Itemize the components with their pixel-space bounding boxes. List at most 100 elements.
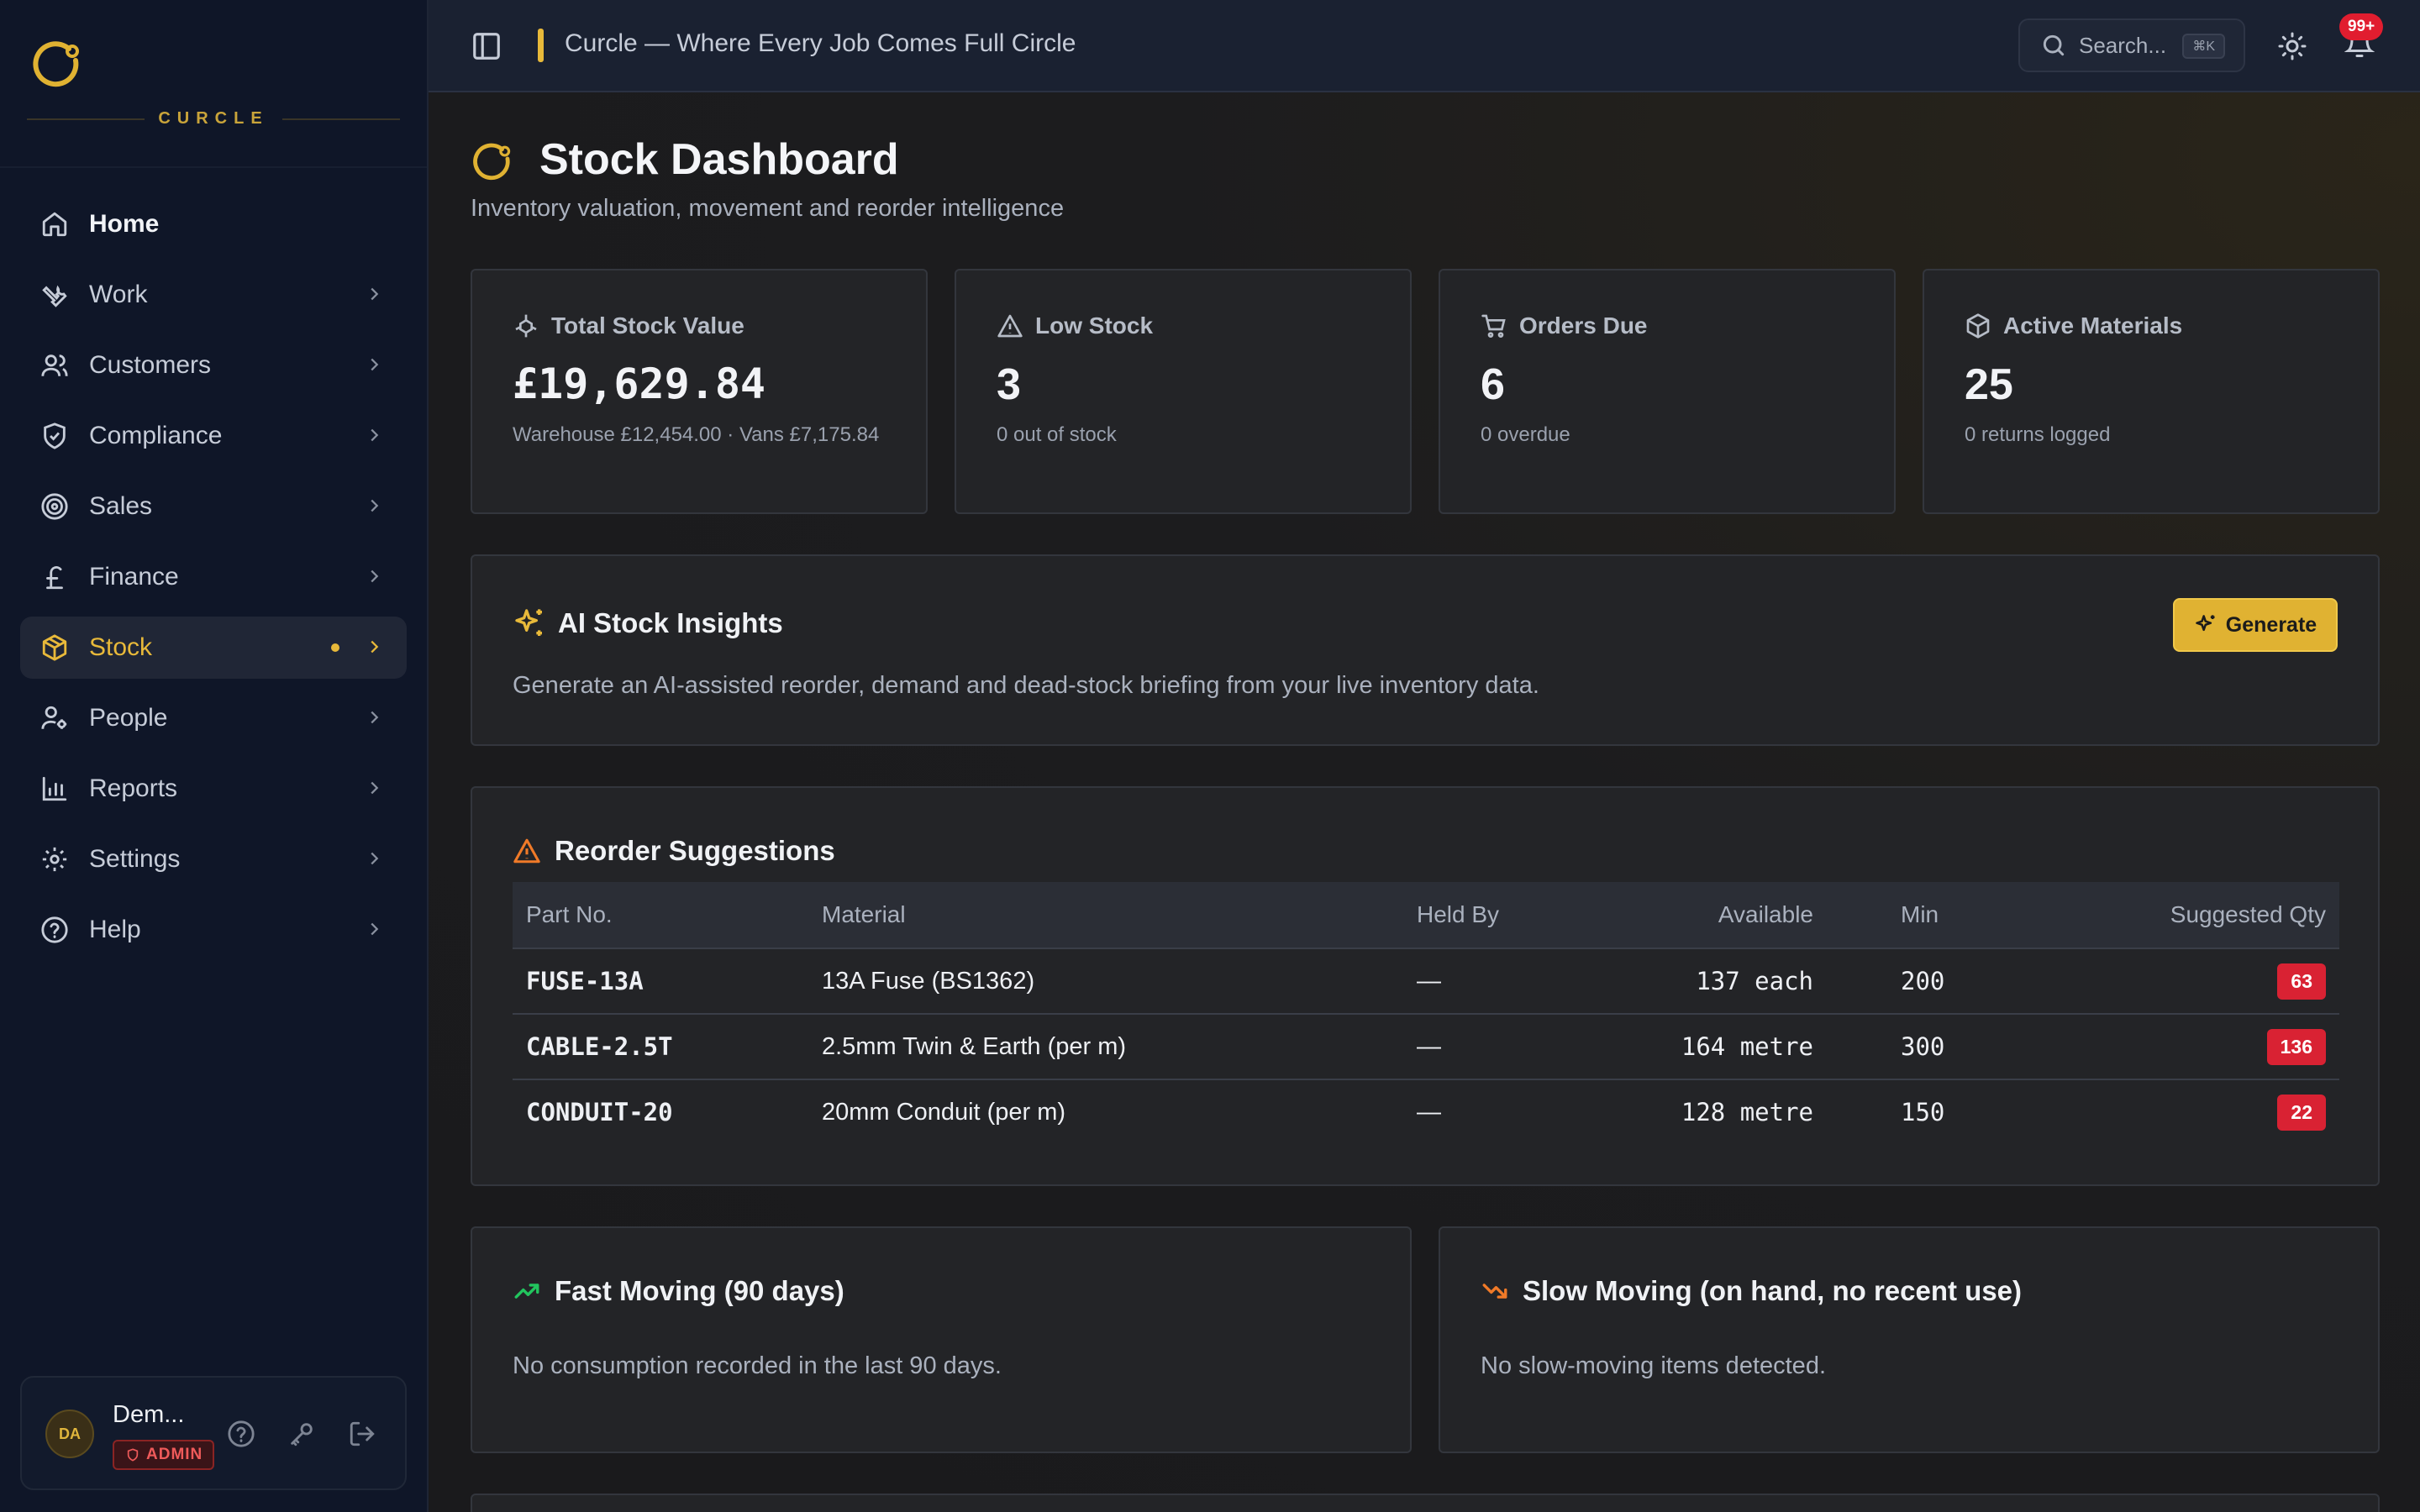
column-header[interactable]: Part No. bbox=[513, 882, 808, 949]
column-header[interactable]: Material bbox=[808, 882, 1403, 949]
notification-count-badge[interactable]: 99+ bbox=[2339, 13, 2384, 40]
package-icon bbox=[39, 632, 71, 664]
chevron-right-icon bbox=[371, 358, 379, 371]
help-circle-icon[interactable] bbox=[227, 1420, 255, 1448]
column-header[interactable]: Held By bbox=[1403, 882, 1632, 949]
sidebar-item-label: Stock bbox=[89, 633, 153, 661]
stat-card-orders-due: Orders Due 6 0 overdue bbox=[1439, 269, 1896, 514]
user-card: DA Dem... ADMIN bbox=[20, 1376, 407, 1490]
search-shortcut: ⌘K bbox=[2182, 34, 2225, 59]
chevron-right-icon bbox=[371, 640, 379, 654]
topbar: Curcle — Where Every Job Comes Full Circ… bbox=[429, 0, 2420, 92]
app: CURCLE Home Work Customers Compliance Sa… bbox=[0, 0, 2420, 1512]
panel-description: Generate an AI-assisted reorder, demand … bbox=[513, 672, 1539, 699]
chevron-right-icon bbox=[371, 781, 379, 795]
part-number[interactable]: CABLE-2.5T bbox=[513, 1014, 808, 1080]
column-header[interactable]: Min bbox=[1827, 882, 2082, 949]
wrench-icon bbox=[39, 279, 71, 311]
sidebar-nav: Home Work Customers Compliance Sales Fin… bbox=[0, 168, 427, 961]
table-row[interactable]: CABLE-2.5T 2.5mm Twin & Earth (per m) — … bbox=[513, 1014, 2339, 1080]
gear-icon bbox=[39, 843, 71, 875]
part-number[interactable]: FUSE-13A bbox=[513, 948, 808, 1015]
home-icon bbox=[39, 208, 71, 240]
panel-title: Fast Moving (90 days) bbox=[555, 1275, 844, 1306]
sidebar-item-sales[interactable]: Sales bbox=[20, 475, 407, 538]
sidebar-item-people[interactable]: People bbox=[20, 687, 407, 749]
key-icon[interactable] bbox=[287, 1420, 316, 1448]
chevron-right-icon bbox=[371, 711, 379, 724]
sidebar-item-label: Settings bbox=[89, 845, 181, 873]
stat-subtext: 0 out of stock bbox=[997, 423, 1117, 446]
brand-rule-right bbox=[282, 118, 400, 120]
part-number[interactable]: CONDUIT-20 bbox=[513, 1079, 808, 1144]
sidebar-item-stock[interactable]: Stock bbox=[20, 617, 407, 679]
material-name: 2.5mm Twin & Earth (per m) bbox=[808, 1014, 1403, 1080]
sidebar-item-help[interactable]: Help bbox=[20, 899, 407, 961]
sidebar-item-work[interactable]: Work bbox=[20, 264, 407, 326]
stat-card-low-stock: Low Stock 3 0 out of stock bbox=[955, 269, 1412, 514]
sidebar-item-settings[interactable]: Settings bbox=[20, 828, 407, 890]
column-header[interactable]: Suggested Qty bbox=[2082, 882, 2339, 949]
sidebar-item-label: People bbox=[89, 704, 168, 732]
page-header: Stock Dashboard Inventory valuation, mov… bbox=[471, 92, 2380, 269]
shield-icon bbox=[127, 1448, 139, 1462]
stat-subtext: Warehouse £12,454.00 · Vans £7,175.84 bbox=[513, 423, 880, 446]
avatar[interactable]: DA bbox=[45, 1410, 94, 1458]
main-area: Curcle — Where Every Job Comes Full Circ… bbox=[429, 0, 2420, 1512]
sidebar-item-label: Reports bbox=[89, 774, 178, 802]
user-cog-icon bbox=[39, 702, 71, 734]
logout-icon[interactable] bbox=[348, 1420, 376, 1448]
sidebar-item-label: Help bbox=[89, 916, 141, 943]
sidebar-item-label: Work bbox=[89, 281, 148, 308]
page-subtitle: Inventory valuation, movement and reorde… bbox=[471, 195, 1065, 222]
sidebar-item-compliance[interactable]: Compliance bbox=[20, 405, 407, 467]
suggested-qty-badge: 63 bbox=[2277, 963, 2326, 1000]
panel-title: Reorder Suggestions bbox=[555, 835, 835, 866]
alert-triangle-icon bbox=[997, 314, 1023, 338]
sidebar-item-label: Home bbox=[89, 210, 160, 238]
stat-value: 25 bbox=[1965, 360, 2013, 409]
stat-value: 3 bbox=[997, 360, 1021, 409]
page-title: Stock Dashboard bbox=[539, 135, 899, 184]
sidebar-item-home[interactable]: Home bbox=[20, 193, 407, 255]
help-circle-icon bbox=[39, 914, 71, 946]
trending-down-icon bbox=[1482, 1284, 1507, 1299]
min-qty: 200 bbox=[1827, 948, 2082, 1015]
curcle-logo-icon[interactable] bbox=[32, 39, 84, 91]
curcle-logo-icon bbox=[473, 143, 511, 181]
sidebar-item-reports[interactable]: Reports bbox=[20, 758, 407, 820]
column-header[interactable]: Available bbox=[1632, 882, 1827, 949]
shield-check-icon bbox=[39, 420, 71, 452]
suggested-qty-badge: 22 bbox=[2277, 1094, 2326, 1131]
sparkles-icon bbox=[515, 609, 542, 636]
ai-insights-panel: AI Stock Insights Generate an AI-assiste… bbox=[471, 554, 2380, 746]
available-qty: 128 metre bbox=[1681, 1098, 1813, 1126]
table-row[interactable]: FUSE-13A 13A Fuse (BS1362) — 137 each 20… bbox=[513, 948, 2339, 1015]
stat-subtext: 0 returns logged bbox=[1965, 423, 2111, 446]
stat-card-total-stock-value: Total Stock Value £19,629.84 Warehouse £… bbox=[471, 269, 928, 514]
generate-button[interactable]: Generate bbox=[2173, 598, 2338, 652]
sidebar-item-finance[interactable]: Finance bbox=[20, 546, 407, 608]
package-icon bbox=[1966, 313, 1990, 339]
chevron-right-icon bbox=[371, 852, 379, 865]
chevron-right-icon bbox=[371, 428, 379, 442]
search-placeholder: Search... bbox=[2079, 32, 2167, 58]
sidebar-toggle-icon[interactable] bbox=[471, 30, 502, 62]
theme-toggle-sun-icon[interactable] bbox=[2277, 31, 2307, 61]
boxes-icon bbox=[515, 314, 537, 338]
sidebar-item-customers[interactable]: Customers bbox=[20, 334, 407, 396]
available-qty: 164 metre bbox=[1632, 1014, 1827, 1080]
users-icon bbox=[39, 349, 71, 381]
material-name: 13A Fuse (BS1362) bbox=[808, 948, 1403, 1015]
table-row[interactable]: CONDUIT-20 20mm Conduit (per m) — 128 me… bbox=[513, 1079, 2339, 1144]
alert-triangle-icon bbox=[513, 838, 540, 864]
stat-card-active-materials: Active Materials 25 0 returns logged bbox=[1923, 269, 2380, 514]
sidebar-item-label: Customers bbox=[89, 351, 212, 379]
trending-up-icon bbox=[514, 1284, 539, 1299]
search-input[interactable]: Search... ⌘K bbox=[2018, 18, 2245, 72]
generate-button-label: Generate bbox=[2225, 612, 2317, 637]
sidebar-item-label: Sales bbox=[89, 492, 153, 520]
chevron-right-icon bbox=[371, 499, 379, 512]
brand: CURCLE bbox=[0, 0, 427, 168]
bar-chart-icon bbox=[39, 773, 71, 805]
